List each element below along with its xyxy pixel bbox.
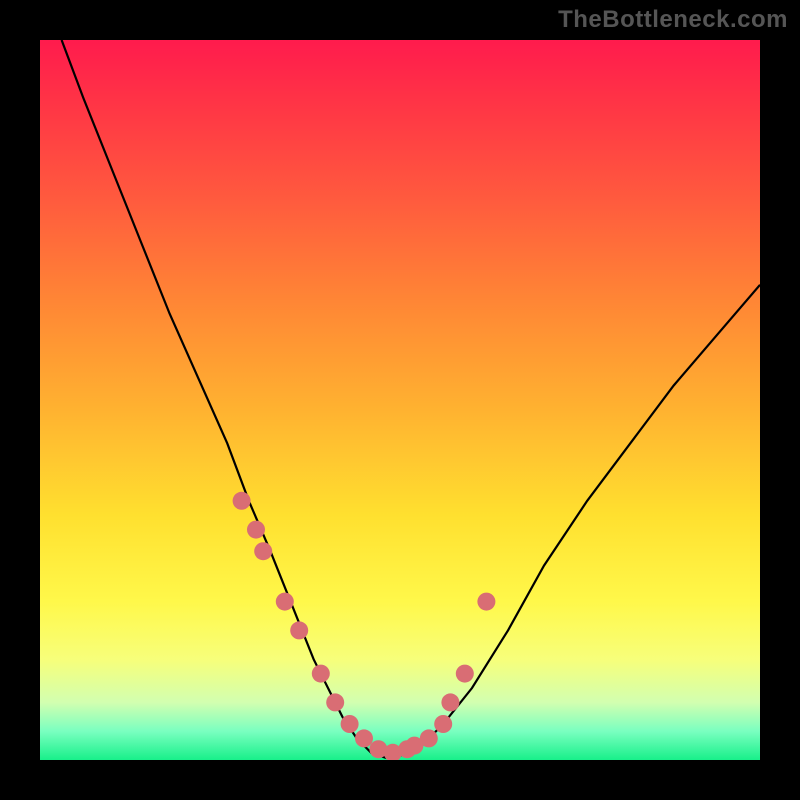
- highlight-dot: [477, 593, 495, 611]
- highlight-dot: [434, 715, 452, 733]
- highlight-dot: [341, 715, 359, 733]
- highlight-dot: [456, 665, 474, 683]
- highlight-dot: [247, 521, 265, 539]
- highlight-dot: [290, 621, 308, 639]
- chart-frame: TheBottleneck.com: [0, 0, 800, 800]
- highlight-dot: [420, 729, 438, 747]
- highlight-dot: [276, 593, 294, 611]
- highlight-dot: [441, 693, 459, 711]
- highlight-dot: [254, 542, 272, 560]
- highlight-dot: [312, 665, 330, 683]
- highlight-dots-group: [233, 492, 496, 760]
- bottleneck-curve-path: [62, 40, 760, 758]
- watermark-text: TheBottleneck.com: [558, 6, 788, 34]
- highlight-dot: [355, 729, 373, 747]
- highlight-dot: [233, 492, 251, 510]
- bottleneck-curve-svg: [40, 40, 760, 760]
- highlight-dot: [326, 693, 344, 711]
- plot-area: [40, 40, 760, 760]
